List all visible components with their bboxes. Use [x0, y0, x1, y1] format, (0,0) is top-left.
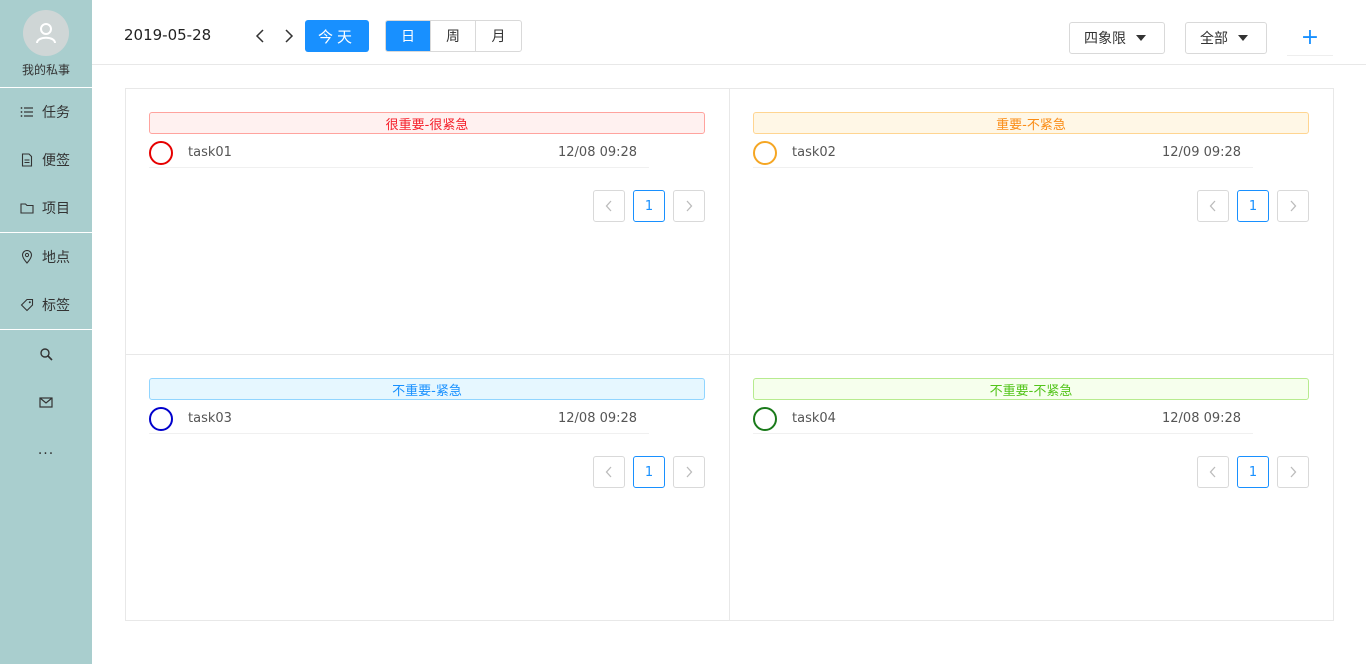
task-name: task01 — [188, 145, 232, 160]
quadrant-urgent-not-important: 不重要-紧急 task03 12/08 09:28 1 — [126, 355, 730, 621]
sidebar-item-tags[interactable]: 标签 — [0, 281, 92, 329]
profile[interactable]: 我的私事 — [0, 0, 92, 88]
prev-page-button[interactable] — [593, 456, 625, 488]
note-icon — [21, 153, 33, 167]
chevron-right-icon — [1290, 466, 1297, 478]
user-icon — [36, 23, 56, 44]
toolbar: 2019-05-28 今天 日 周 月 四象限 全部 + — [92, 0, 1366, 65]
search-icon — [40, 348, 53, 361]
sidebar-search[interactable] — [0, 330, 92, 378]
quadrant-dropdown-label: 四象限 — [1084, 31, 1126, 47]
today-button[interactable]: 今天 — [305, 20, 369, 52]
sidebar-item-label: 任务 — [42, 105, 70, 121]
quadrant-important-not-urgent: 重要-不紧急 task02 12/09 09:28 1 — [730, 89, 1334, 355]
more-icon: ... — [37, 442, 55, 458]
task-row[interactable]: task01 12/08 09:28 — [149, 138, 649, 168]
page-number[interactable]: 1 — [1237, 190, 1269, 222]
sidebar-item-notes[interactable]: 便签 — [0, 136, 92, 184]
pagination: 1 — [1197, 190, 1309, 222]
sidebar: 我的私事 任务 便签 项目 地点 标签 ... — [0, 0, 92, 664]
next-day-button[interactable] — [278, 24, 300, 48]
chevron-left-icon — [605, 466, 612, 478]
pagination: 1 — [593, 456, 705, 488]
sidebar-more[interactable]: ... — [0, 426, 92, 474]
pagination: 1 — [593, 190, 705, 222]
sidebar-item-label: 便签 — [42, 153, 70, 169]
task-checkbox[interactable] — [149, 140, 173, 165]
task-checkbox[interactable] — [149, 406, 173, 431]
sidebar-item-projects[interactable]: 项目 — [0, 184, 92, 232]
avatar[interactable] — [23, 10, 69, 56]
task-row[interactable]: task03 12/08 09:28 — [149, 404, 649, 434]
chevron-right-icon — [686, 466, 693, 478]
task-name: task04 — [792, 411, 836, 426]
chevron-right-icon — [686, 200, 693, 212]
task-time: 12/08 09:28 — [558, 411, 638, 426]
next-page-button[interactable] — [673, 456, 705, 488]
view-day-button[interactable]: 日 — [386, 21, 431, 51]
task-checkbox[interactable] — [753, 140, 777, 165]
quadrant-urgent-important: 很重要-很紧急 task01 12/08 09:28 1 — [126, 89, 730, 355]
nav-group-meta: 地点 标签 — [0, 233, 92, 330]
prev-page-button[interactable] — [1197, 190, 1229, 222]
task-time: 12/08 09:28 — [558, 145, 638, 160]
current-date: 2019-05-28 — [124, 26, 212, 44]
nav-group-main: 任务 便签 项目 — [0, 88, 92, 233]
page-number[interactable]: 1 — [1237, 456, 1269, 488]
task-row[interactable]: task02 12/09 09:28 — [753, 138, 1253, 168]
task-time: 12/09 09:28 — [1162, 145, 1242, 160]
page-number[interactable]: 1 — [633, 456, 665, 488]
view-switcher: 日 周 月 — [385, 20, 522, 52]
tag-icon — [20, 298, 34, 312]
chevron-left-icon — [255, 29, 264, 43]
task-checkbox[interactable] — [753, 406, 777, 431]
task-time: 12/08 09:28 — [1162, 411, 1242, 426]
quadrant-not-urgent-not-important: 不重要-不紧急 task04 12/08 09:28 1 — [730, 355, 1334, 621]
next-page-button[interactable] — [1277, 456, 1309, 488]
sidebar-item-label: 项目 — [42, 201, 70, 217]
view-week-button[interactable]: 周 — [431, 21, 476, 51]
next-page-button[interactable] — [673, 190, 705, 222]
sidebar-item-tasks[interactable]: 任务 — [0, 88, 92, 136]
chevron-right-icon — [285, 29, 294, 43]
sidebar-item-label: 地点 — [42, 250, 70, 266]
task-name: task02 — [792, 145, 836, 160]
page-number[interactable]: 1 — [633, 190, 665, 222]
view-month-button[interactable]: 月 — [476, 21, 521, 51]
task-row[interactable]: task04 12/08 09:28 — [753, 404, 1253, 434]
pagination: 1 — [1197, 456, 1309, 488]
list-icon — [20, 107, 33, 117]
profile-name: 我的私事 — [21, 63, 70, 77]
quadrant-title: 不重要-紧急 — [149, 378, 705, 400]
mail-icon — [39, 397, 53, 408]
caret-down-icon — [1238, 35, 1248, 41]
prev-page-button[interactable] — [593, 190, 625, 222]
sidebar-item-label: 标签 — [42, 298, 70, 314]
folder-icon — [20, 203, 34, 214]
chevron-right-icon — [1290, 200, 1297, 212]
filter-dropdown-label: 全部 — [1200, 31, 1228, 47]
sidebar-mail[interactable] — [0, 378, 92, 426]
quadrant-grid: 很重要-很紧急 task01 12/08 09:28 1 重要-不紧急 task… — [125, 88, 1334, 621]
quadrant-title: 不重要-不紧急 — [753, 378, 1309, 400]
prev-day-button[interactable] — [249, 24, 271, 48]
quadrant-dropdown[interactable]: 四象限 — [1069, 22, 1165, 54]
prev-page-button[interactable] — [1197, 456, 1229, 488]
task-name: task03 — [188, 411, 232, 426]
caret-down-icon — [1136, 35, 1146, 41]
quadrant-title: 很重要-很紧急 — [149, 112, 705, 134]
add-button[interactable]: + — [1287, 20, 1333, 56]
chevron-left-icon — [1209, 200, 1216, 212]
next-page-button[interactable] — [1277, 190, 1309, 222]
chevron-left-icon — [1209, 466, 1216, 478]
location-icon — [21, 250, 33, 264]
quadrant-title: 重要-不紧急 — [753, 112, 1309, 134]
sidebar-item-locations[interactable]: 地点 — [0, 233, 92, 281]
chevron-left-icon — [605, 200, 612, 212]
filter-dropdown[interactable]: 全部 — [1185, 22, 1267, 54]
